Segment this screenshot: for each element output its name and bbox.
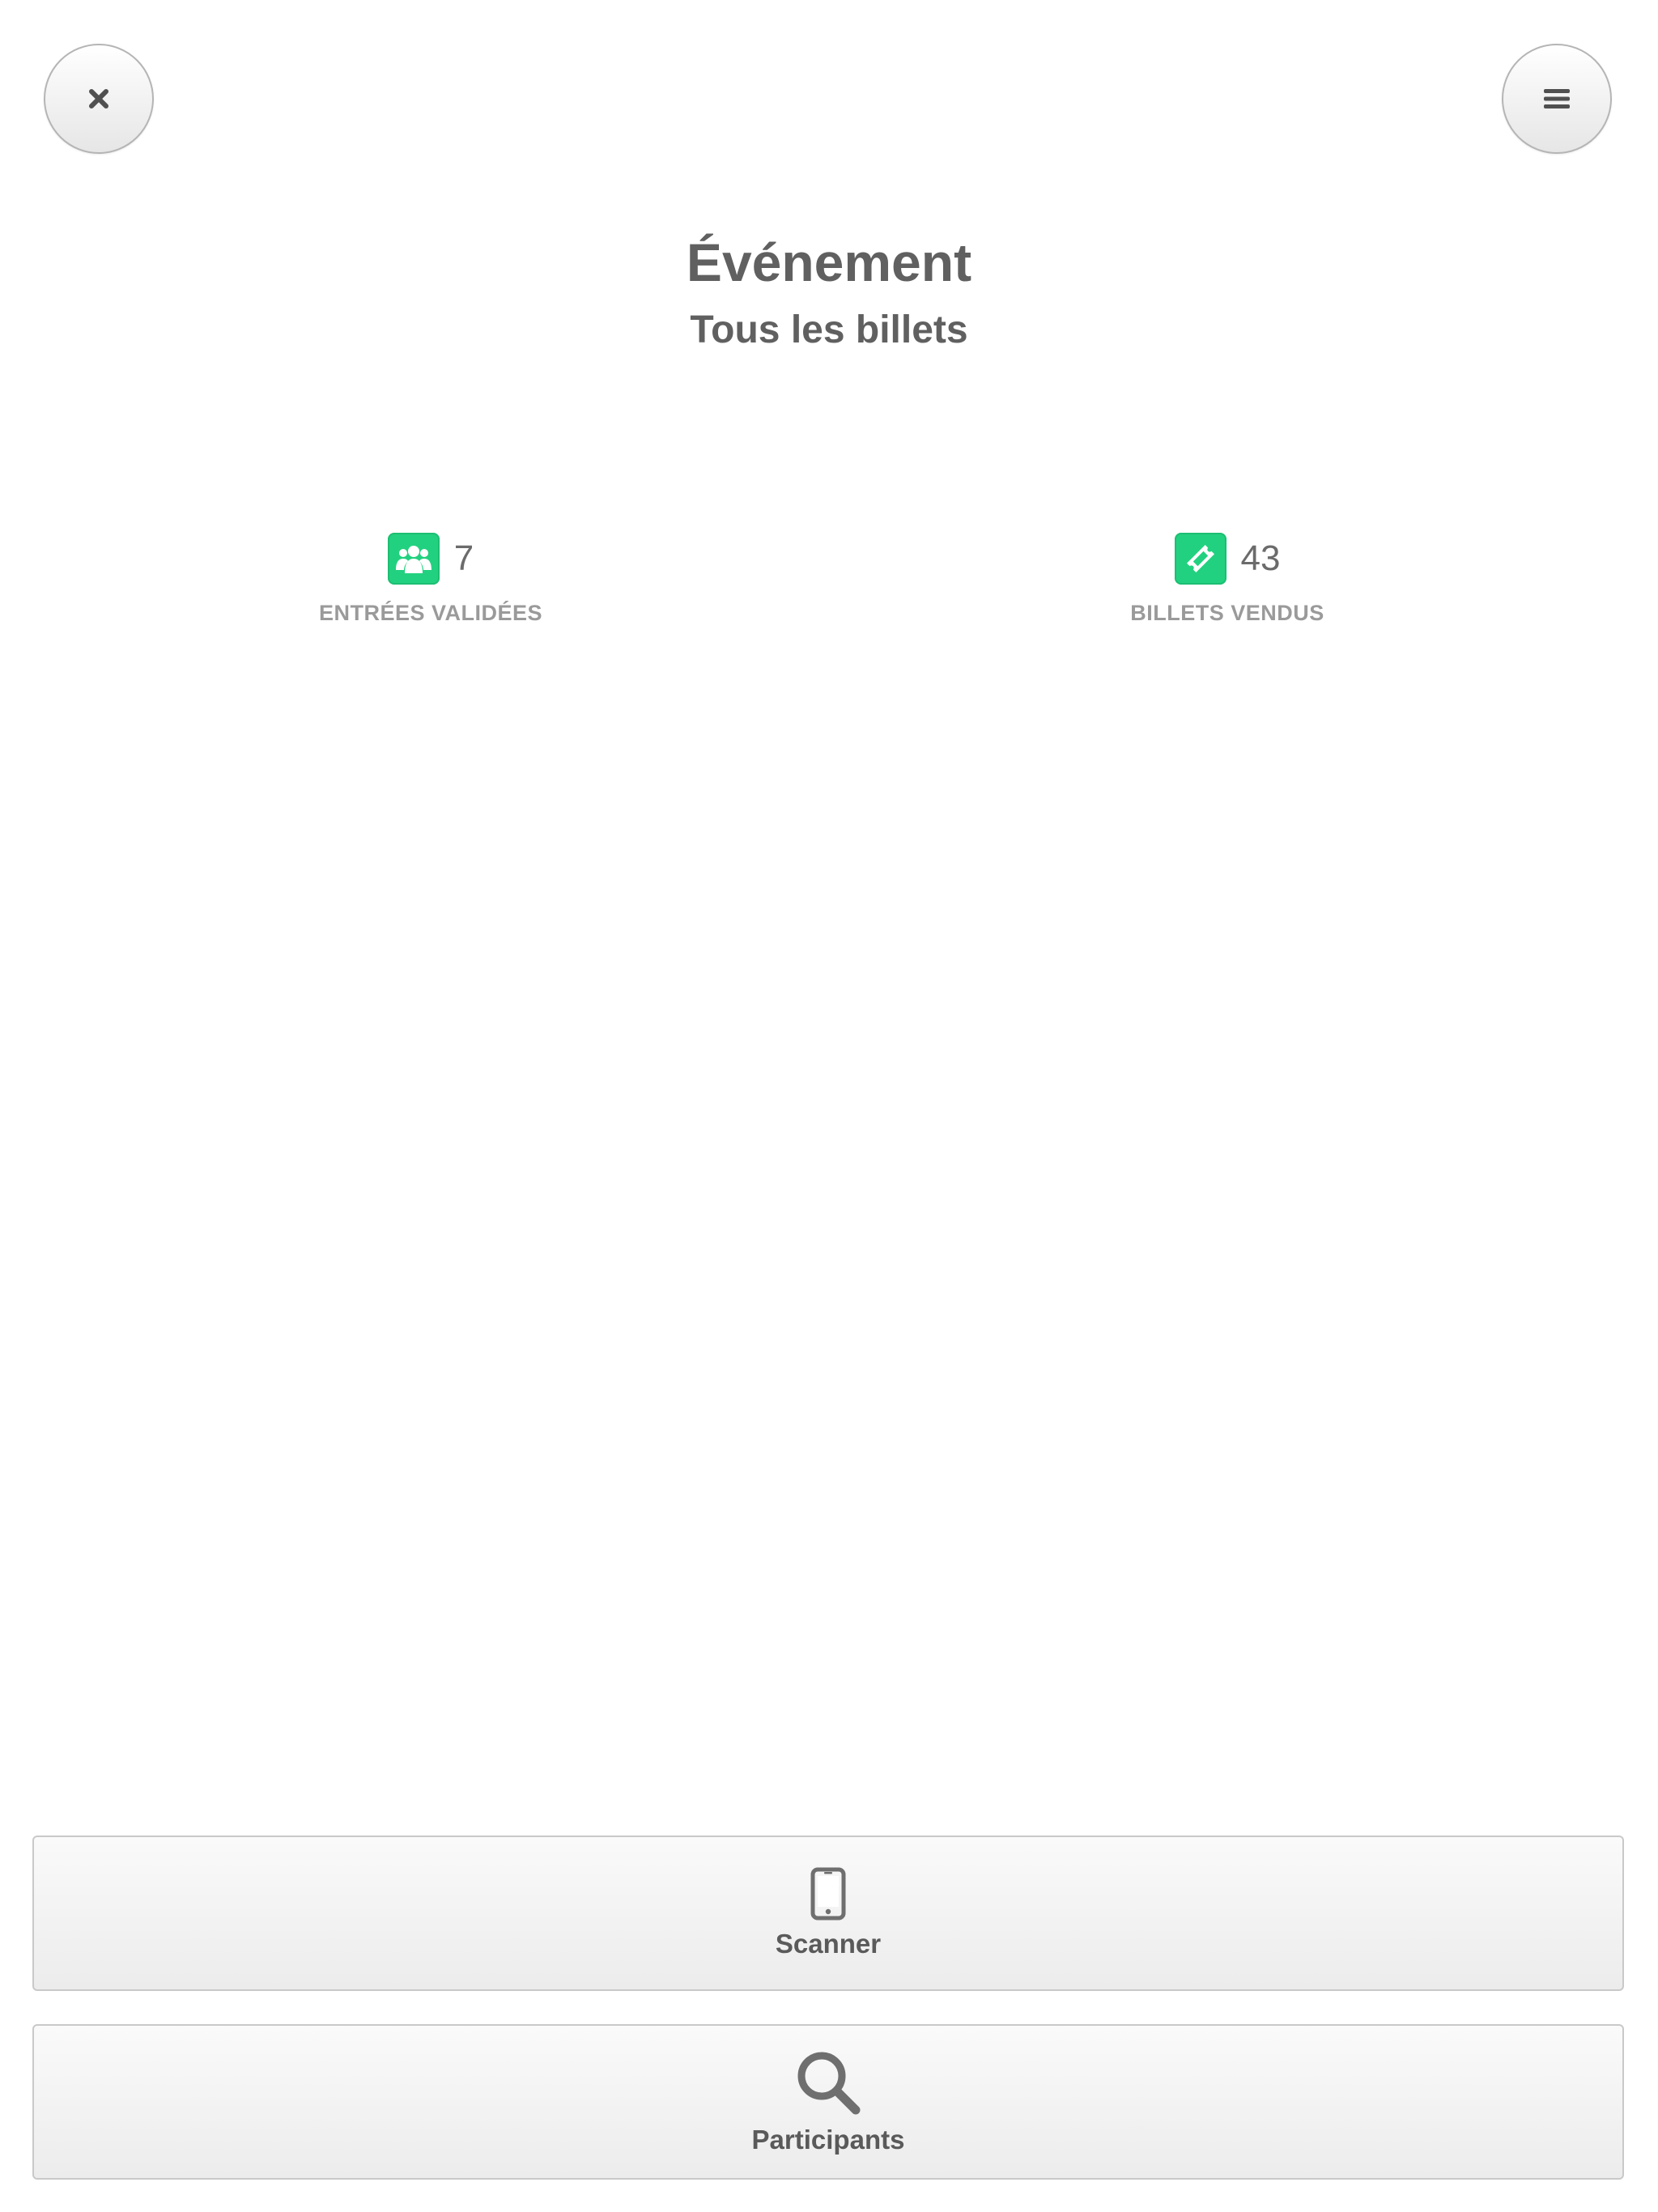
ticket-icon	[1174, 533, 1226, 585]
page-header: Événement Tous les billets	[0, 228, 1658, 355]
close-icon	[89, 89, 108, 108]
tickets-sold-count: 43	[1240, 538, 1281, 578]
tickets-sold-label: BILLETS VENDUS	[1130, 601, 1324, 625]
validated-entries-label: ENTRÉES VALIDÉES	[318, 601, 543, 625]
event-dashboard: Événement Tous les billets 7 ENTRÉES VAL…	[0, 0, 1658, 2212]
stat-tickets-sold: 43 BILLETS VENDUS	[984, 531, 1470, 626]
participants-label: Participants	[751, 2125, 905, 2155]
close-button[interactable]	[44, 44, 154, 154]
menu-button[interactable]	[1502, 44, 1612, 154]
scanner-label: Scanner	[775, 1929, 882, 1959]
participants-button[interactable]: Participants	[32, 2024, 1624, 2180]
users-icon	[387, 533, 440, 585]
validated-entries-count: 7	[453, 538, 474, 578]
page-title: Événement	[686, 232, 972, 292]
stat-validated-entries: 7 ENTRÉES VALIDÉES	[188, 531, 674, 626]
scanner-button[interactable]: Scanner	[32, 1836, 1624, 1991]
hamburger-menu-icon	[1544, 89, 1570, 108]
search-icon	[797, 2052, 861, 2115]
mobile-phone-icon	[810, 1867, 846, 1921]
page-subtitle: Tous les billets	[690, 308, 968, 351]
